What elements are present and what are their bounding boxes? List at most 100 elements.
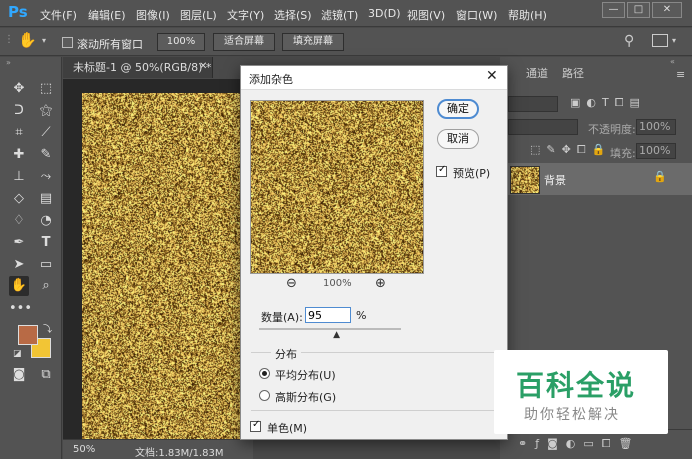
blend-mode-dropdown[interactable] — [508, 119, 578, 135]
fill-input[interactable]: 100% — [636, 143, 676, 159]
panel-menu-icon[interactable]: ≡ — [676, 68, 685, 81]
rectangle-tool-icon[interactable]: ▭ — [36, 255, 56, 275]
layer-row-background[interactable]: 背景 🔒 — [500, 163, 692, 195]
file-info[interactable]: 文档:1.83M/1.83M — [135, 444, 224, 459]
scroll-all-checkbox[interactable] — [62, 37, 73, 48]
collapse-toolbox-icon[interactable]: » — [6, 58, 11, 67]
history-brush-tool-icon[interactable]: ⤳ — [36, 167, 56, 187]
close-button[interactable]: ✕ — [652, 2, 682, 18]
menu-file[interactable]: 文件(F) — [40, 7, 77, 23]
dialog-title: 添加杂色 — [249, 73, 293, 86]
fit-screen-button[interactable]: 适合屏幕 — [213, 33, 275, 51]
menu-select[interactable]: 选择(S) — [274, 7, 312, 23]
preview-zoom: 100% — [323, 278, 352, 289]
brush-tool-icon[interactable]: ✎ — [36, 145, 56, 165]
status-bar: 50% 文档:1.83M/1.83M — [63, 439, 253, 459]
maximize-button[interactable]: □ — [627, 2, 650, 18]
gradient-tool-icon[interactable]: ▤ — [36, 189, 56, 209]
layer-filter-icons[interactable]: ▣◐T⧠▤ — [570, 96, 646, 110]
menu-help[interactable]: 帮助(H) — [508, 7, 547, 23]
fill-screen-button[interactable]: 填充屏幕 — [282, 33, 344, 51]
document-canvas[interactable] — [82, 93, 246, 439]
layer-footer-icons[interactable]: ⚭ƒ◙◐▭⧠🗑 — [518, 437, 641, 451]
eraser-tool-icon[interactable]: ◇ — [9, 189, 29, 209]
distribution-label: 分布 — [271, 346, 301, 362]
menu-filter[interactable]: 滤镜(T) — [321, 7, 358, 23]
type-tool-icon[interactable]: T — [36, 233, 56, 253]
minimize-button[interactable]: — — [602, 2, 625, 18]
opacity-input[interactable]: 100% — [636, 119, 676, 135]
healing-brush-tool-icon[interactable]: ✚ — [9, 145, 29, 165]
layer-name: 背景 — [544, 174, 566, 187]
marquee-tool-icon[interactable]: ⬚ — [36, 79, 56, 99]
lock-icon: 🔒 — [653, 170, 667, 183]
dialog-close-icon[interactable]: ✕ — [486, 68, 498, 84]
close-document-icon[interactable]: ✕ — [199, 61, 207, 72]
zoom-in-icon[interactable]: ⊕ — [375, 276, 386, 291]
noise-preview[interactable] — [250, 100, 424, 274]
dodge-tool-icon[interactable]: ◔ — [36, 211, 56, 231]
amount-label: 数量(A): — [261, 311, 303, 324]
swap-colors-icon[interactable]: ⤵ — [43, 322, 52, 335]
amount-unit: % — [356, 309, 367, 322]
add-noise-dialog: 添加杂色 ✕ ⊖ 100% ⊕ 确定 取消 预览(P) 数量(A): % ▲ 分… — [240, 65, 508, 440]
menu-type[interactable]: 文字(Y) — [227, 7, 264, 23]
hand-tool-icon[interactable]: ✋ — [18, 31, 37, 49]
lock-icons[interactable]: ⬚✎✥⧠🔒 — [530, 143, 611, 157]
clone-stamp-tool-icon[interactable]: ⊥ — [9, 167, 29, 187]
ok-button[interactable]: 确定 — [437, 99, 479, 119]
magic-wand-tool-icon[interactable]: ⚝ — [36, 101, 56, 121]
watermark-subtitle: 助你轻松解决 — [524, 407, 620, 423]
menu-image[interactable]: 图像(I) — [136, 7, 170, 23]
pen-tool-icon[interactable]: ✒ — [9, 233, 29, 253]
menu-edit[interactable]: 编辑(E) — [88, 7, 126, 23]
minimize-icon: — — [608, 4, 619, 15]
amount-input[interactable] — [305, 307, 351, 323]
amount-slider-track[interactable] — [259, 328, 401, 330]
zoom-100-button[interactable]: 100% — [157, 33, 205, 51]
uniform-label: 平均分布(U) — [275, 369, 336, 382]
menu-window[interactable]: 窗口(W) — [456, 7, 497, 23]
collapse-panel-icon[interactable]: « — [670, 57, 675, 66]
menu-bar: Ps 文件(F) 编辑(E) 图像(I) 图层(L) 文字(Y) 选择(S) 滤… — [0, 0, 692, 27]
options-bar: ⋮ ✋ ▾ 滚动所有窗口 100% 适合屏幕 填充屏幕 ⚲ ▾ — [0, 28, 692, 56]
fill-label: 填充: — [610, 147, 636, 160]
scroll-all-label: 滚动所有窗口 — [77, 38, 143, 51]
monochromatic-label: 单色(M) — [267, 422, 308, 435]
zoom-level[interactable]: 50% — [73, 444, 95, 455]
quick-mask-icon[interactable]: ◙ — [9, 365, 29, 385]
document-tab[interactable]: 未标题-1 @ 50%(RGB/8) * — [63, 57, 213, 78]
zoom-tool-icon[interactable]: ⌕ — [36, 276, 56, 296]
cancel-button[interactable]: 取消 — [437, 129, 479, 149]
preview-checkbox[interactable] — [436, 164, 447, 177]
layer-filter-dropdown[interactable] — [508, 96, 558, 112]
watermark-title: 百科全说 — [516, 369, 637, 402]
gaussian-radio[interactable] — [259, 390, 270, 401]
path-selection-tool-icon[interactable]: ➤ — [9, 255, 29, 275]
crop-tool-icon[interactable]: ⌗ — [9, 123, 29, 143]
preview-label: 预览(P) — [453, 167, 491, 180]
workspace-icon[interactable] — [652, 34, 668, 47]
screen-mode-icon[interactable]: ⧉ — [36, 365, 56, 385]
zoom-out-icon[interactable]: ⊖ — [286, 276, 297, 291]
tab-channels[interactable]: 通道 — [526, 65, 548, 85]
uniform-radio[interactable] — [259, 368, 270, 379]
tab-paths[interactable]: 路径 — [562, 65, 584, 85]
foreground-color-swatch[interactable] — [18, 325, 38, 345]
lasso-tool-icon[interactable]: ᑐ — [9, 101, 29, 121]
move-tool-icon[interactable]: ✥ — [9, 79, 29, 99]
menu-3d[interactable]: 3D(D) — [368, 7, 401, 20]
menu-layer[interactable]: 图层(L) — [180, 7, 217, 23]
more-tools-icon[interactable]: ••• — [9, 299, 32, 319]
default-colors-icon[interactable]: ◪ — [13, 349, 22, 359]
workspace-dropdown-icon[interactable]: ▾ — [672, 36, 676, 45]
hand-tool-icon[interactable]: ✋ — [9, 276, 29, 296]
search-icon[interactable]: ⚲ — [624, 33, 634, 49]
eyedropper-tool-icon[interactable]: ⟋ — [36, 123, 56, 143]
amount-slider-thumb[interactable]: ▲ — [333, 330, 340, 340]
tool-preset-dropdown-icon[interactable]: ▾ — [42, 36, 46, 45]
monochromatic-checkbox[interactable] — [250, 419, 261, 432]
blur-tool-icon[interactable]: ♢ — [9, 211, 29, 231]
app-logo: Ps — [8, 3, 28, 21]
menu-view[interactable]: 视图(V) — [407, 7, 445, 23]
